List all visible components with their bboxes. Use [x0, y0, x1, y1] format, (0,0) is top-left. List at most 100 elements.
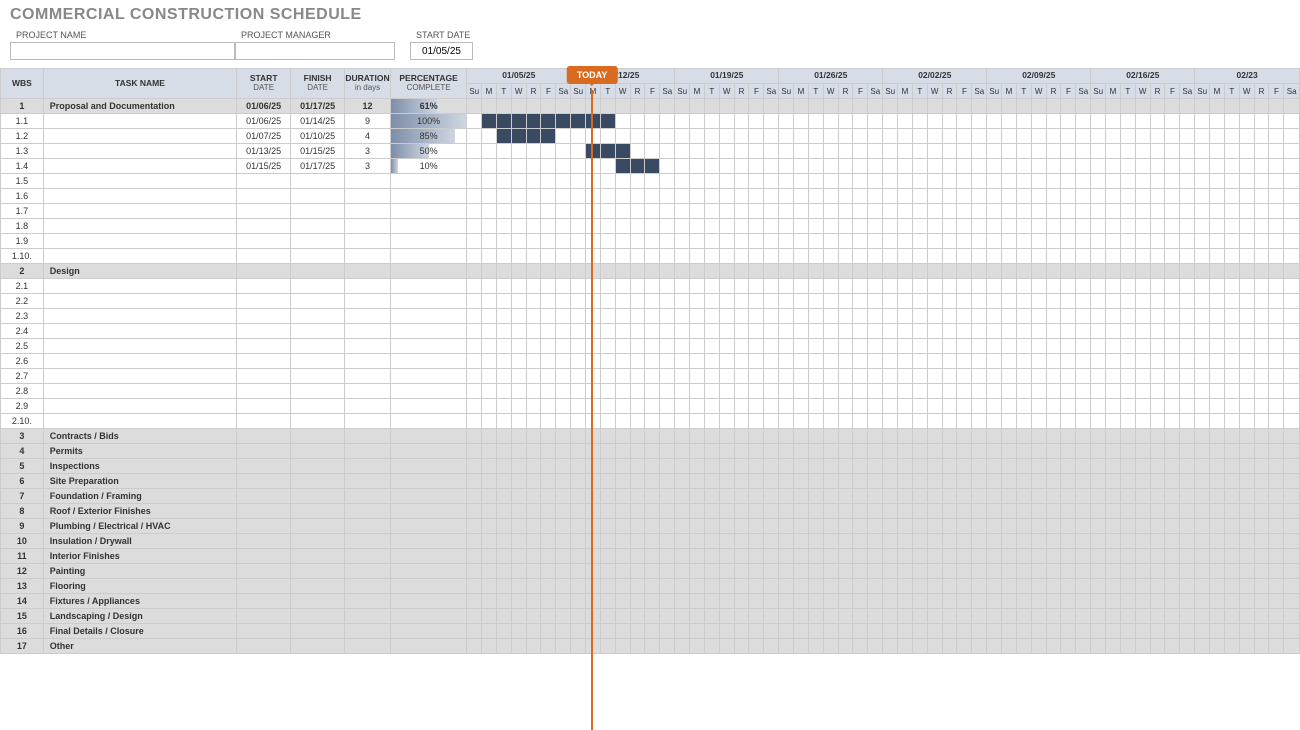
gantt-cell[interactable] — [1210, 369, 1225, 384]
gantt-cell[interactable] — [734, 369, 749, 384]
gantt-cell[interactable] — [1031, 639, 1046, 654]
gantt-cell[interactable] — [927, 504, 942, 519]
gantt-cell[interactable] — [1002, 369, 1017, 384]
gantt-cell[interactable] — [972, 444, 987, 459]
gantt-cell[interactable] — [1195, 144, 1210, 159]
gantt-cell[interactable] — [1224, 564, 1239, 579]
gantt-cell[interactable] — [1046, 324, 1061, 339]
gantt-cell[interactable] — [898, 324, 913, 339]
gantt-cell[interactable] — [972, 129, 987, 144]
gantt-cell[interactable] — [853, 594, 868, 609]
gantt-cell[interactable] — [749, 414, 764, 429]
gantt-cell[interactable] — [1239, 459, 1254, 474]
gantt-cell[interactable] — [1031, 99, 1046, 114]
gantt-cell[interactable] — [526, 549, 541, 564]
gantt-cell[interactable] — [868, 234, 883, 249]
gantt-cell[interactable] — [749, 204, 764, 219]
cell-percent[interactable] — [390, 339, 466, 354]
gantt-cell[interactable] — [1165, 459, 1180, 474]
gantt-cell[interactable] — [467, 99, 482, 114]
cell-duration[interactable] — [345, 639, 391, 654]
cell-start[interactable] — [237, 309, 291, 324]
gantt-cell[interactable] — [927, 144, 942, 159]
gantt-cell[interactable] — [749, 324, 764, 339]
gantt-cell[interactable] — [615, 639, 630, 654]
gantt-cell[interactable] — [1165, 444, 1180, 459]
gantt-cell[interactable] — [823, 579, 838, 594]
gantt-cell[interactable] — [734, 219, 749, 234]
gantt-cell[interactable] — [1046, 564, 1061, 579]
gantt-cell[interactable] — [1061, 474, 1076, 489]
gantt-cell[interactable] — [957, 174, 972, 189]
gantt-cell[interactable] — [1135, 309, 1150, 324]
gantt-cell[interactable] — [972, 339, 987, 354]
cell-duration[interactable] — [345, 324, 391, 339]
gantt-cell[interactable] — [511, 249, 526, 264]
schedule-row[interactable]: 10Insulation / Drywall — [1, 534, 1300, 549]
gantt-cell[interactable] — [660, 354, 675, 369]
gantt-cell[interactable] — [823, 204, 838, 219]
gantt-cell[interactable] — [1061, 384, 1076, 399]
cell-finish[interactable] — [291, 639, 345, 654]
gantt-cell[interactable] — [957, 129, 972, 144]
gantt-cell[interactable] — [1180, 639, 1195, 654]
gantt-cell[interactable] — [868, 534, 883, 549]
gantt-cell[interactable] — [556, 339, 571, 354]
gantt-cell[interactable] — [1061, 624, 1076, 639]
gantt-cell[interactable] — [719, 189, 734, 204]
gantt-cell[interactable] — [496, 414, 511, 429]
gantt-cell[interactable] — [630, 489, 645, 504]
gantt-cell[interactable] — [1165, 354, 1180, 369]
gantt-cell[interactable] — [1031, 489, 1046, 504]
gantt-cell[interactable] — [1016, 99, 1031, 114]
gantt-cell[interactable] — [1135, 144, 1150, 159]
gantt-cell[interactable] — [1016, 609, 1031, 624]
gantt-cell[interactable] — [1224, 414, 1239, 429]
gantt-cell[interactable] — [660, 549, 675, 564]
gantt-cell[interactable] — [779, 99, 794, 114]
gantt-cell[interactable] — [645, 159, 660, 174]
gantt-cell[interactable] — [838, 459, 853, 474]
gantt-cell[interactable] — [779, 159, 794, 174]
gantt-cell[interactable] — [883, 294, 898, 309]
gantt-cell[interactable] — [660, 459, 675, 474]
gantt-cell[interactable] — [898, 639, 913, 654]
gantt-cell[interactable] — [927, 264, 942, 279]
gantt-cell[interactable] — [675, 519, 690, 534]
gantt-cell[interactable] — [571, 489, 586, 504]
gantt-cell[interactable] — [615, 429, 630, 444]
gantt-cell[interactable] — [1254, 249, 1269, 264]
gantt-cell[interactable] — [1091, 114, 1106, 129]
gantt-cell[interactable] — [734, 534, 749, 549]
gantt-cell[interactable] — [675, 429, 690, 444]
gantt-cell[interactable] — [496, 519, 511, 534]
gantt-cell[interactable] — [1002, 564, 1017, 579]
gantt-cell[interactable] — [645, 339, 660, 354]
gantt-cell[interactable] — [1106, 579, 1121, 594]
gantt-cell[interactable] — [1031, 399, 1046, 414]
gantt-cell[interactable] — [1106, 189, 1121, 204]
gantt-cell[interactable] — [1254, 294, 1269, 309]
gantt-cell[interactable] — [898, 384, 913, 399]
gantt-cell[interactable] — [1284, 519, 1300, 534]
gantt-cell[interactable] — [987, 504, 1002, 519]
gantt-cell[interactable] — [1031, 129, 1046, 144]
gantt-cell[interactable] — [957, 414, 972, 429]
gantt-cell[interactable] — [675, 234, 690, 249]
gantt-cell[interactable] — [467, 234, 482, 249]
gantt-cell[interactable] — [1002, 474, 1017, 489]
gantt-cell[interactable] — [764, 489, 779, 504]
gantt-cell[interactable] — [972, 609, 987, 624]
gantt-cell[interactable] — [541, 549, 556, 564]
gantt-cell[interactable] — [942, 534, 957, 549]
cell-percent[interactable] — [390, 174, 466, 189]
gantt-cell[interactable] — [957, 264, 972, 279]
gantt-cell[interactable] — [541, 204, 556, 219]
gantt-cell[interactable] — [987, 249, 1002, 264]
gantt-cell[interactable] — [496, 234, 511, 249]
cell-start[interactable]: 01/06/25 — [237, 99, 291, 114]
gantt-cell[interactable] — [1002, 609, 1017, 624]
gantt-cell[interactable] — [1165, 609, 1180, 624]
gantt-cell[interactable] — [630, 339, 645, 354]
gantt-cell[interactable] — [838, 144, 853, 159]
